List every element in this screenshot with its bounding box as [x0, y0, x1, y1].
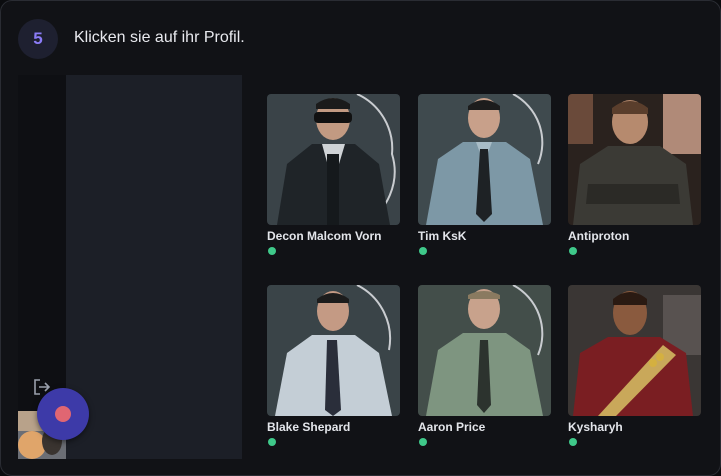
profile-portrait[interactable]: [568, 94, 701, 225]
profile-portrait[interactable]: [418, 94, 551, 225]
profile-name: Decon Malcom Vorn: [267, 229, 382, 243]
profile-portrait[interactable]: [418, 285, 551, 416]
profile-name: Blake Shepard: [267, 420, 351, 434]
profile-card[interactable]: Blake Shepard: [267, 285, 400, 446]
step-badge: 5: [18, 19, 58, 59]
step-instruction: Klicken sie auf ihr Profil.: [74, 29, 245, 46]
online-status-dot: [268, 247, 276, 255]
record-dot-icon: [55, 406, 71, 422]
online-status-dot: [268, 438, 276, 446]
profile-card[interactable]: Kysharyh: [568, 285, 701, 446]
profile-name: Aaron Price: [418, 420, 486, 434]
sidebar-panel: [66, 75, 242, 459]
profile-card[interactable]: Decon Malcom Vorn: [267, 94, 400, 255]
profile-name: Tim KsK: [418, 229, 467, 243]
profile-portrait[interactable]: [267, 94, 400, 225]
online-status-dot: [419, 247, 427, 255]
profile-name: Kysharyh: [568, 420, 623, 434]
step-number: 5: [33, 29, 43, 48]
online-status-dot: [419, 438, 427, 446]
profile-name: Antiproton: [568, 229, 630, 243]
profile-card[interactable]: Tim KsK: [418, 94, 551, 255]
profile-card[interactable]: Antiproton: [568, 94, 701, 255]
profile-portrait[interactable]: [568, 285, 701, 416]
profile-portrait[interactable]: [267, 285, 400, 416]
tutorial-frame: 5 Klicken sie auf ihr Profil. Decon Malc…: [0, 0, 721, 476]
online-status-dot: [569, 247, 577, 255]
record-button[interactable]: [37, 388, 89, 440]
online-status-dot: [569, 438, 577, 446]
profile-card[interactable]: Aaron Price: [418, 285, 551, 446]
